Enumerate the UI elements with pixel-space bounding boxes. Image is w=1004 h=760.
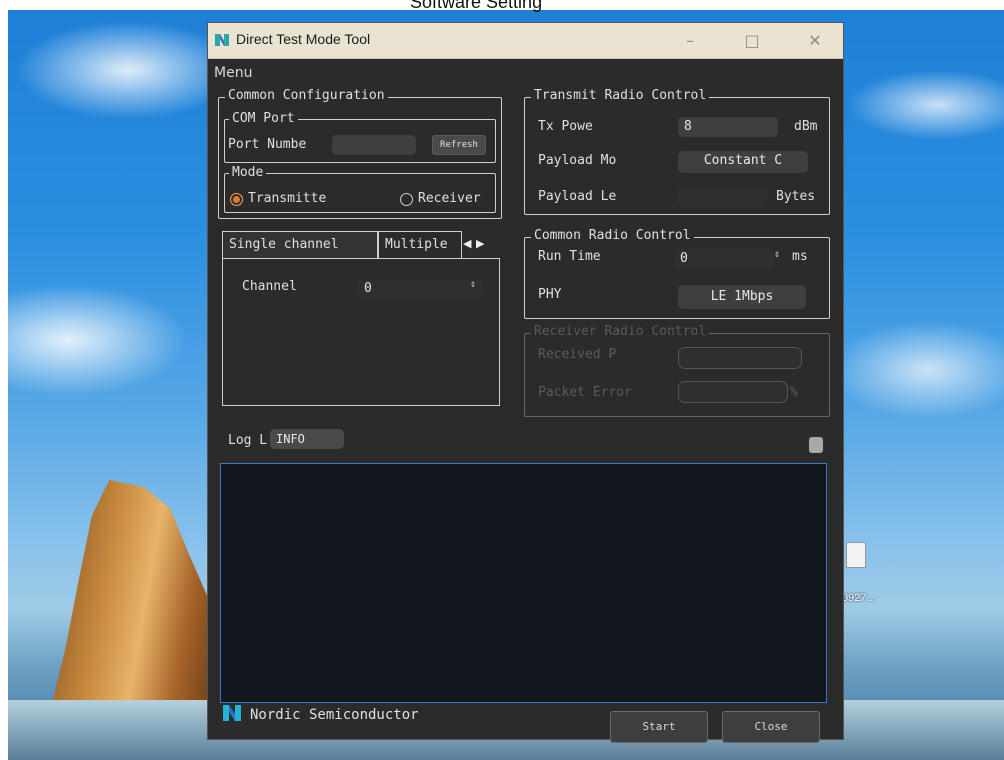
minimize-button[interactable]: – (673, 29, 707, 53)
receiver-radio-control-group: Receiver Radio Control (524, 324, 830, 417)
close-button[interactable]: Close (722, 711, 820, 743)
tx-power-label: Tx Powe (538, 119, 593, 134)
log-level-label: Log L (228, 433, 268, 448)
nordic-logo-icon (223, 705, 241, 721)
tab-single-channel[interactable]: Single channel (222, 231, 378, 259)
channel-label: Channel (242, 279, 297, 294)
run-time-unit: ms (792, 249, 808, 264)
receiver-radio[interactable] (400, 193, 413, 206)
app-logo-icon (215, 34, 229, 46)
run-time-spinbox[interactable]: 0 (674, 249, 774, 269)
payload-mode-select[interactable]: Constant C (678, 151, 808, 173)
page-caption: Software Setting (410, 0, 543, 12)
receiver-label: Receiver (418, 191, 481, 206)
transmit-radio-control-title: Transmit Radio Control (531, 88, 710, 103)
tab-scroll-left-icon[interactable]: ◀ (463, 237, 471, 250)
packet-error-label: Packet Error (538, 385, 632, 400)
received-packets-label: Received P (538, 347, 617, 362)
channel-spin-arrows-icon[interactable]: ⇕ (470, 279, 476, 290)
payload-mode-label: Payload Mo (538, 153, 617, 168)
phy-select[interactable]: LE 1Mbps (678, 285, 806, 309)
run-time-spin-arrows-icon[interactable]: ⇕ (774, 249, 780, 260)
tab-scroll-right-icon[interactable]: ▶ (476, 237, 484, 250)
desktop-file-label: 0927... (842, 592, 876, 604)
common-configuration-title: Common Configuration (225, 88, 388, 103)
transmitter-radio[interactable] (230, 193, 243, 206)
packet-error-field (678, 381, 788, 403)
tab-multiple[interactable]: Multiple (378, 231, 462, 259)
payload-length-label: Payload Le (538, 189, 617, 204)
run-time-label: Run Time (538, 249, 601, 264)
log-output-area[interactable] (220, 463, 827, 703)
payload-length-input[interactable] (678, 187, 768, 207)
maximize-button[interactable]: □ (735, 29, 769, 53)
phy-label: PHY (538, 287, 562, 302)
common-radio-control-title: Common Radio Control (531, 228, 694, 243)
log-level-select[interactable]: INFO (270, 429, 344, 449)
channel-spinbox[interactable]: 0 (358, 279, 482, 299)
brand-text: Nordic Semiconductor (250, 707, 419, 723)
mode-title: Mode (229, 165, 267, 180)
transmitter-label: Transmitte (248, 191, 327, 206)
tx-power-select[interactable]: 8 (678, 117, 778, 137)
app-window: Direct Test Mode Tool – □ ✕ Menu Common … (207, 22, 844, 743)
title-bar: Direct Test Mode Tool – □ ✕ (208, 23, 843, 59)
received-packets-field (678, 347, 802, 369)
tx-power-unit: dBm (794, 119, 818, 134)
close-window-button[interactable]: ✕ (798, 29, 832, 53)
receiver-radio-control-title: Receiver Radio Control (531, 324, 710, 339)
start-button[interactable]: Start (610, 711, 708, 743)
desktop-file-icon[interactable] (846, 542, 866, 568)
window-title: Direct Test Mode Tool (236, 31, 371, 47)
port-number-label: Port Numbe (228, 137, 307, 152)
menu-bar-item[interactable]: Menu (214, 65, 252, 81)
clear-log-trash-icon[interactable] (809, 437, 823, 453)
packet-error-percent: % (790, 385, 798, 400)
port-number-select[interactable] (332, 135, 416, 155)
com-port-title: COM Port (229, 111, 298, 126)
payload-length-unit: Bytes (776, 189, 816, 204)
desktop-rock (48, 480, 223, 720)
refresh-button[interactable]: Refresh (432, 135, 486, 155)
